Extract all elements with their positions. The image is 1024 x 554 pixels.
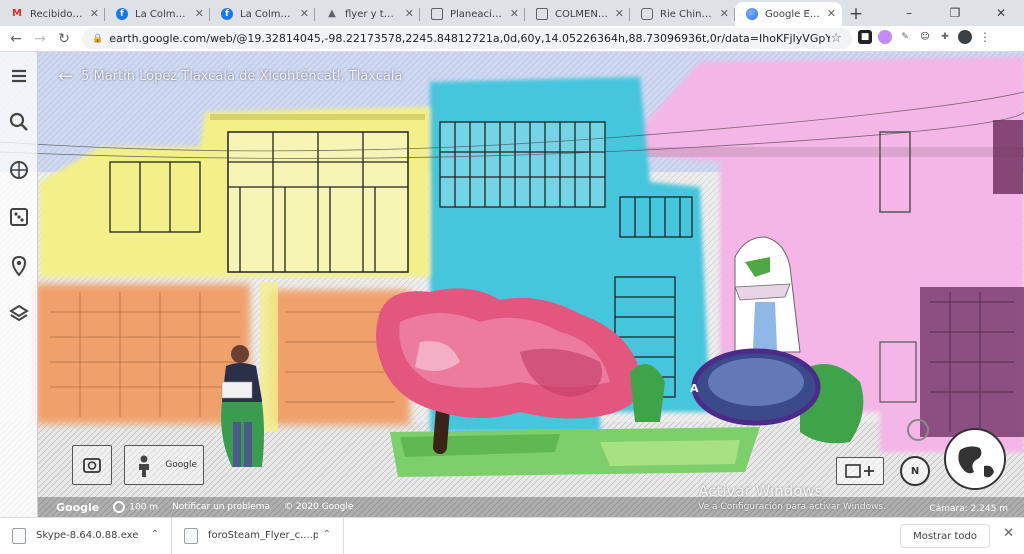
tab-label: La Colmena: C: [135, 8, 188, 20]
facebook-icon: f: [116, 8, 128, 20]
windows-activation-watermark: Activar Windows Ve a Configuración para …: [698, 482, 886, 512]
compass-button[interactable]: N: [900, 456, 930, 486]
new-tab-button[interactable]: +: [842, 2, 870, 26]
reload-button[interactable]: ↻: [52, 27, 76, 51]
scale-text: 100 m: [129, 502, 159, 513]
puzzle-icon[interactable]: ✚: [938, 30, 952, 44]
back-button[interactable]: ←: [4, 27, 28, 51]
bookmark-star-icon[interactable]: ☆: [830, 31, 842, 46]
tab-label: Google Earth: [765, 8, 820, 20]
tab-label: COLMENA - D: [555, 8, 608, 20]
forward-button[interactable]: →: [28, 27, 52, 51]
tab-facebook-1[interactable]: f La Colmena: C ✕: [105, 2, 210, 26]
scale-indicator[interactable]: 100 m: [113, 501, 158, 513]
view-3d-button[interactable]: [836, 457, 884, 485]
close-icon[interactable]: ✕: [195, 7, 204, 20]
tab-docs[interactable]: d COLMENA - D ✕: [525, 2, 630, 26]
menu-icon[interactable]: [7, 64, 31, 88]
lock-icon: 🔒: [92, 33, 104, 44]
pegman-icon: [139, 455, 149, 477]
tab-youtube[interactable]: y Rie Chinito / L ✕: [630, 2, 735, 26]
chevron-up-icon[interactable]: ⌃: [323, 529, 331, 540]
location-title: 5 Martín López Tlaxcala de Xicohténcatl,…: [81, 69, 403, 84]
tab-gmail[interactable]: M Recibidos (175 ✕: [0, 2, 105, 26]
sheets-icon: s: [431, 8, 443, 20]
pegman-button[interactable]: Google: [124, 445, 204, 485]
docs-icon: d: [536, 8, 548, 20]
projects-icon[interactable]: [7, 254, 31, 278]
extensions-bar: ■ ✎ ☺ ✚ ⋮: [858, 30, 992, 44]
close-icon[interactable]: ✕: [510, 7, 519, 20]
camera-altitude: Cámara: 2.245 m: [929, 504, 1008, 514]
window-controls: – ❐ ✕: [886, 0, 1024, 26]
photo-toggle-button[interactable]: [72, 445, 112, 485]
tab-strip: M Recibidos (175 ✕ f La Colmena: C ✕ f L…: [0, 0, 1024, 26]
close-icon[interactable]: ✕: [300, 7, 309, 20]
download-name: foroSteam_Flyer_c....png: [208, 530, 318, 541]
close-icon[interactable]: ✕: [1003, 526, 1014, 541]
tab-google-earth[interactable]: Google Earth ✕: [735, 2, 842, 26]
close-icon[interactable]: ✕: [90, 7, 99, 20]
tab-label: Recibidos (175: [30, 8, 83, 20]
layers-icon: [845, 464, 874, 478]
address-bar[interactable]: 🔒 earth.google.com/web/@19.32814045,-98.…: [82, 28, 852, 49]
downloads-bar: Skype-8.64.0.88.exe ⌃ foroSteam_Flyer_c.…: [0, 517, 1024, 554]
minimize-button[interactable]: –: [886, 0, 932, 26]
pen-icon[interactable]: ✎: [898, 30, 912, 44]
globe-button[interactable]: [944, 428, 1006, 490]
facebook-icon: f: [221, 8, 233, 20]
back-arrow-icon[interactable]: ←: [58, 66, 73, 87]
tab-facebook-2[interactable]: f La Colmena: C ✕: [210, 2, 315, 26]
browser-toolbar: ← → ↻ 🔒 earth.google.com/web/@19.3281404…: [0, 26, 1024, 52]
compass-label: N: [910, 465, 920, 477]
download-item[interactable]: foroSteam_Flyer_c....png ⌃: [172, 517, 344, 554]
avatar[interactable]: [958, 30, 972, 44]
drive-icon: ▲: [328, 8, 336, 19]
tab-label: flyer y texturas: [345, 8, 398, 20]
gmail-icon: M: [12, 8, 22, 19]
close-window-button[interactable]: ✕: [978, 0, 1024, 26]
maximize-button[interactable]: ❐: [932, 0, 978, 26]
download-item[interactable]: Skype-8.64.0.88.exe ⌃: [0, 517, 172, 554]
tab-sheets[interactable]: s Planeación Co ✕: [420, 2, 525, 26]
image-file-icon: [184, 527, 198, 544]
tab-drive[interactable]: ▲ flyer y texturas ✕: [315, 2, 420, 26]
feeling-lucky-icon[interactable]: [7, 205, 31, 229]
url-text: earth.google.com/web/@19.32814045,-98.22…: [109, 32, 831, 45]
tab-label: Planeación Co: [450, 8, 503, 20]
map-style-icon[interactable]: [7, 302, 31, 326]
activate-title: Activar Windows: [698, 482, 823, 500]
close-icon[interactable]: ✕: [827, 7, 836, 20]
close-icon[interactable]: ✕: [720, 7, 729, 20]
copyright-text: © 2020 Google: [284, 502, 354, 512]
youtube-icon: y: [641, 8, 653, 20]
chevron-up-icon[interactable]: ⌃: [151, 529, 159, 540]
voyager-icon[interactable]: [7, 158, 31, 182]
activate-subtitle: Ve a Configuración para activar Windows.: [698, 502, 886, 512]
extension-icon[interactable]: [878, 30, 892, 44]
svg-text:A: A: [690, 382, 699, 395]
menu-dots-icon[interactable]: ⋮: [978, 30, 992, 44]
photo-icon: [83, 458, 101, 473]
download-name: Skype-8.64.0.88.exe: [36, 530, 139, 541]
close-icon[interactable]: ✕: [615, 7, 624, 20]
search-icon[interactable]: [7, 110, 31, 134]
extension-icon[interactable]: ■: [858, 30, 872, 44]
scale-icon: [113, 501, 126, 513]
show-all-button[interactable]: Mostrar todo: [900, 524, 990, 548]
tab-label: Rie Chinito / L: [660, 8, 713, 20]
earth-viewport[interactable]: A ← 5 Martín López Tlaxcala de Xicohténc…: [0, 52, 1024, 517]
google-logo: Google: [56, 500, 100, 514]
close-icon[interactable]: ✕: [405, 7, 414, 20]
file-icon: [12, 527, 26, 544]
report-problem-link[interactable]: Notificar un problema: [172, 502, 270, 512]
earth-icon: [746, 8, 758, 20]
earth-side-toolbar: [0, 52, 38, 517]
tab-label: La Colmena: C: [240, 8, 293, 20]
location-header: ← 5 Martín López Tlaxcala de Xicohténcat…: [58, 66, 402, 87]
person-icon[interactable]: ☺: [918, 30, 932, 44]
pegman-label: Google: [165, 460, 197, 470]
